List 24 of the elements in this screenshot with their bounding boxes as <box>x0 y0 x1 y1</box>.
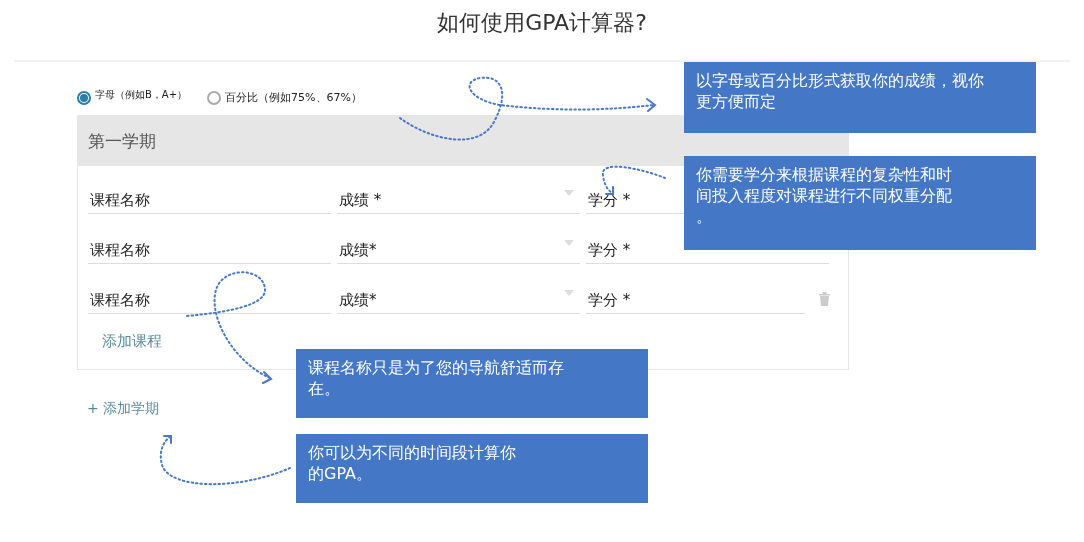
page-title: 如何使用GPA计算器? <box>436 9 648 37</box>
grade-dropdown[interactable]: 成绩* <box>337 236 580 264</box>
semester-title: 第一学期 <box>88 129 156 153</box>
trash-icon[interactable] <box>819 292 830 306</box>
caret-icon <box>564 290 574 296</box>
grade-dropdown[interactable]: 成绩* <box>337 286 580 314</box>
credits-field[interactable]: 学分 * <box>586 286 805 314</box>
radio-button[interactable] <box>207 90 222 105</box>
dotted-arrow <box>602 165 666 195</box>
radio-label: 百分比（例如75%、67%） <box>225 90 362 105</box>
radio-label: 字母（例如B，A+） <box>95 87 188 102</box>
caret-icon <box>564 190 574 196</box>
grade-dropdown[interactable]: 成绩 * <box>337 186 580 214</box>
radio-button[interactable] <box>77 90 91 105</box>
tooltip-text: 以字母或百分比形式获取你的成绩，视你 更方便而定 <box>696 70 985 112</box>
course-name-field[interactable]: 课程名称 <box>88 286 331 314</box>
add-course-link[interactable]: 添加课程 <box>102 332 162 351</box>
tooltip-text: 课程名称只是为了您的导航舒适而存 在。 <box>308 357 565 399</box>
course-name-field[interactable]: 课程名称 <box>88 186 331 214</box>
caret-icon <box>564 240 574 246</box>
tooltip-text: 你可以为不同的时间段计算你 的GPA。 <box>308 442 517 484</box>
tooltip-text: 你需要学分来根据课程的复杂性和时 间投入程度对课程进行不同权重分配 。 <box>696 164 953 227</box>
course-name-field[interactable]: 课程名称 <box>88 236 331 264</box>
add-semester-link[interactable]: + 添加学期 <box>87 400 160 418</box>
